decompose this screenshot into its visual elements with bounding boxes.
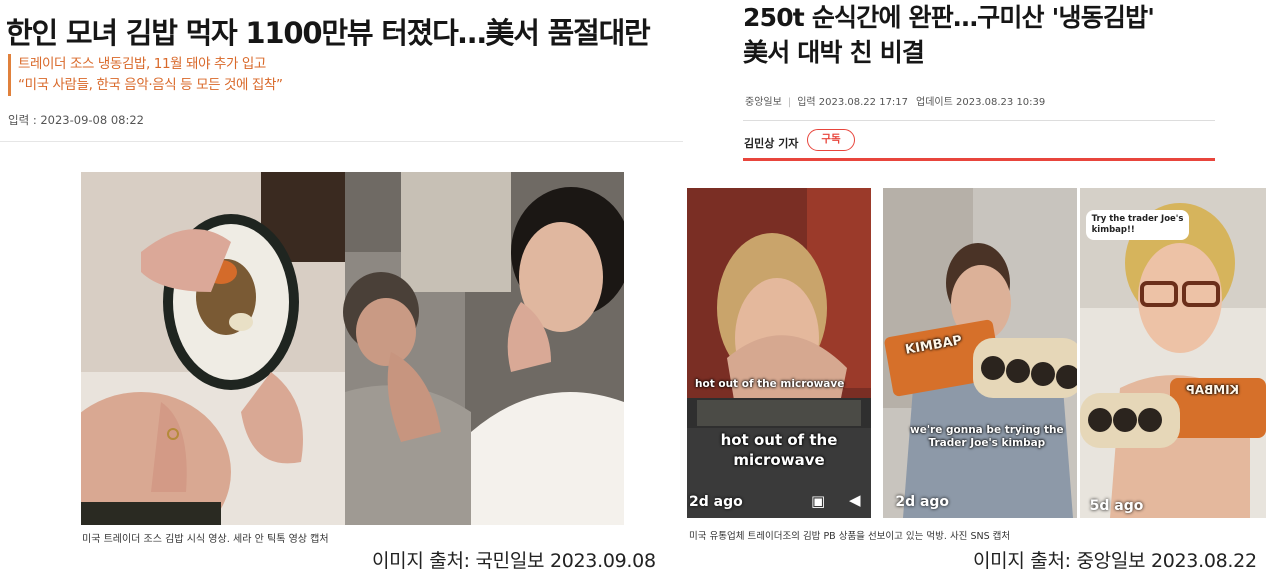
left-subheadline-1: 트레이더 조스 냉동김밥, 11월 돼야 추가 입고 (18, 56, 266, 72)
kimbap-tasting-photo (81, 172, 624, 525)
panel-3-ago: 5d ago (1089, 498, 1144, 514)
right-meta: 중앙일보 | 입력 2023.08.22 17:17 업데이트 2023.08.23 … (745, 97, 1046, 108)
tiktok-panel-2: KIMBAP we're gonna be trying the Trader … (883, 188, 1077, 518)
right-headline-line2: 美서 대박 친 비결 (743, 38, 925, 67)
updated-time: 업데이트 2023.08.23 10:39 (916, 97, 1046, 108)
panel-2-ago: 2d ago (895, 494, 950, 510)
tiktok-panel-1: hot out of the microwave hot out of the … (687, 188, 880, 518)
panel-3-package-label: KIMBAP (1185, 383, 1239, 397)
reporter-name[interactable]: 김민상 기자 (744, 135, 798, 151)
caption-toggle-icon[interactable]: ▣ (811, 492, 825, 510)
left-article: 한인 모녀 김밥 먹자 1100만뷰 터졌다…美서 품절대란 트레이더 조스 냉… (0, 0, 683, 579)
volume-icon[interactable]: ◀ (849, 491, 861, 509)
left-subheadline: 트레이더 조스 냉동김밥, 11월 돼야 추가 입고 “미국 사람들, 한국 음… (8, 54, 283, 96)
panel-2-caption-line2: Trader Joe's kimbap (928, 437, 1046, 449)
tiktok-panel-3: Try the trader Joe's kimbap!! KIMBAP 5d … (1079, 188, 1273, 518)
right-photo-caption: 미국 유통업체 트레이더조의 김밥 PB 상품을 선보이고 있는 먹방. 사진 … (689, 531, 1011, 542)
panel-1-big-caption: hot out of the microwave (687, 430, 871, 470)
left-divider (0, 141, 683, 142)
right-image-source: 이미지 출처: 중앙일보 2023.08.22 (973, 550, 1257, 572)
publisher-name: 중앙일보 (745, 97, 782, 108)
panel-2-caption: we're gonna be trying the Trader Joe's k… (883, 424, 1076, 450)
panel-1-ago: 2d ago (689, 494, 743, 510)
left-subheadline-2: “미국 사람들, 한국 음악·음식 등 모든 것에 집착” (18, 77, 283, 93)
right-accent-divider (743, 158, 1215, 161)
right-article: 250t 순식간에 완판…구미산 '냉동김밥' 美서 대박 친 비결 중앙일보 |… (683, 0, 1280, 579)
right-headline[interactable]: 250t 순식간에 완판…구미산 '냉동김밥' 美서 대박 친 비결 (743, 0, 1155, 70)
subscribe-button[interactable]: 구독 (807, 129, 855, 151)
panel-2-caption-line1: we're gonna be trying the (910, 424, 1064, 436)
left-headline[interactable]: 한인 모녀 김밥 먹자 1100만뷰 터졌다…美서 품절대란 (6, 10, 651, 52)
left-date: 입력 : 2023-09-08 08:22 (8, 113, 144, 127)
right-article-photo[interactable]: hot out of the microwave hot out of the … (687, 188, 1273, 518)
panel-3-comment-bubble: Try the trader Joe's kimbap!! (1085, 210, 1190, 240)
right-headline-line1: 250t 순식간에 완판…구미산 '냉동김밥' (743, 3, 1155, 32)
published-time: 입력 2023.08.22 17:17 (797, 97, 909, 108)
right-divider (743, 120, 1215, 121)
left-photo-caption: 미국 트레이더 조스 김밥 시식 영상. 세라 안 틱톡 영상 캡처 (82, 534, 329, 545)
panel-1-small-caption: hot out of the microwave (695, 378, 845, 390)
panel-1-big-caption-line1: hot out of the (720, 431, 838, 449)
left-article-photo[interactable] (81, 172, 624, 525)
panel-1-big-caption-line2: microwave (733, 451, 825, 469)
left-image-source: 이미지 출처: 국민일보 2023.09.08 (372, 550, 656, 572)
